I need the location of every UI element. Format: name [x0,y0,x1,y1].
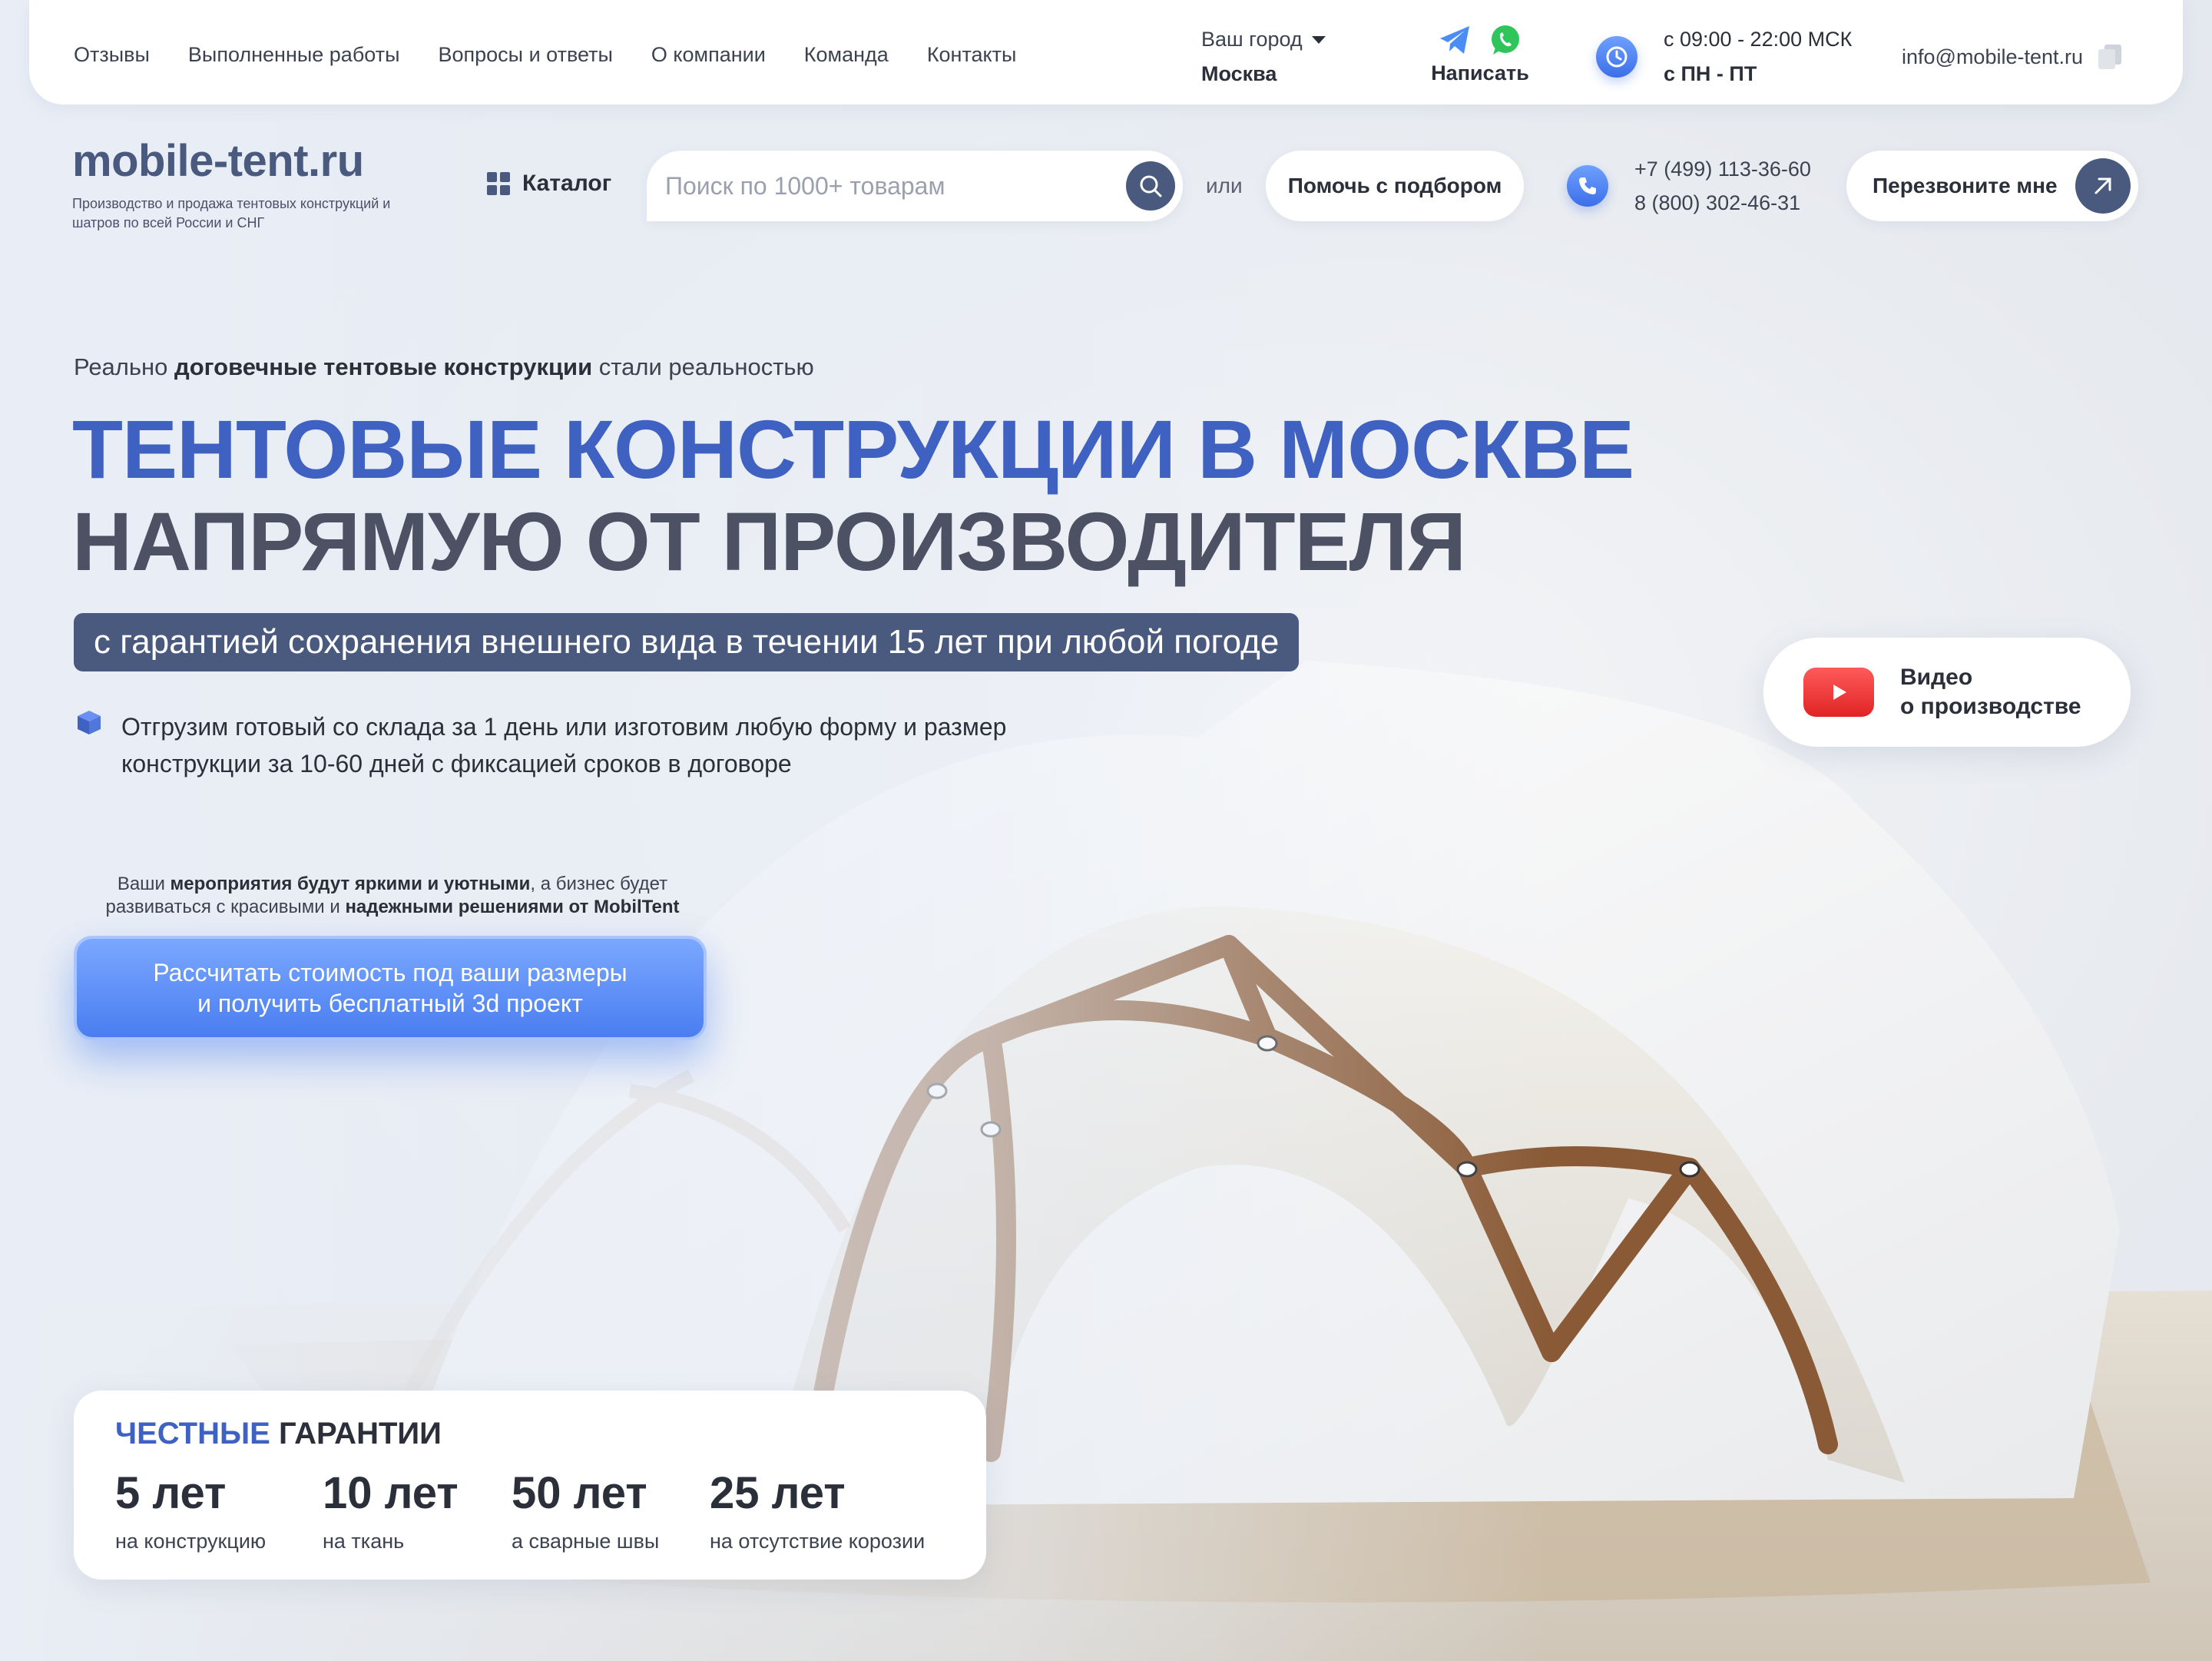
page: Отзывы Выполненные работы Вопросы и отве… [0,0,2212,1661]
nav-contacts[interactable]: Контакты [927,43,1017,67]
search-button[interactable] [1126,161,1175,211]
top-bar: Отзывы Выполненные работы Вопросы и отве… [29,0,2183,104]
telegram-icon[interactable] [1439,25,1472,55]
guarantee-item: 5 лет на конструкцию [115,1468,267,1553]
grid-icon [487,172,510,195]
nav-reviews[interactable]: Отзывы [74,43,150,67]
top-nav: Отзывы Выполненные работы Вопросы и отве… [74,43,1016,67]
working-hours: с 09:00 - 22:00 МСК с ПН - ПТ [1596,28,1852,86]
phone-free[interactable]: 8 (800) 302-46-31 [1634,186,1811,220]
calculate-cost-button[interactable]: Рассчитать стоимость под ваши размеры и п… [74,936,707,1040]
callback-label: Перезвоните мне [1873,174,2058,197]
hero-title-line2: НАПРЯМУЮ ОТ ПРОИЗВОДИТЕЛЯ [72,495,1466,588]
hours-days: с ПН - ПТ [1664,62,1757,85]
logo[interactable]: mobile-tent.ru Производство и продажа те… [72,135,426,233]
search-input[interactable] [665,171,1111,201]
city-selector[interactable]: Ваш город Москва [1201,28,1326,86]
hero-eyebrow: Реально договечные тентовые конструкции … [74,353,814,380]
catalog-label: Каталог [522,171,612,196]
email-link[interactable]: info@mobile-tent.ru [1902,45,2083,69]
copy-icon[interactable] [2098,45,2122,69]
logo-name: mobile-tent.ru [72,136,364,186]
phones: +7 (499) 113-36-60 8 (800) 302-46-31 [1567,152,1811,220]
messengers: Написать [1429,23,1532,85]
guarantees-card: ЧЕСТНЫЕ ГАРАНТИИ 5 лет на конструкцию 10… [74,1391,986,1580]
nav-team[interactable]: Команда [804,43,889,67]
nav-completed-works[interactable]: Выполненные работы [188,43,400,67]
chevron-down-icon [1311,35,1326,44]
guarantee-item: 50 лет а сварные швы [512,1468,660,1553]
city-label: Ваш город [1201,28,1303,51]
nav-faq[interactable]: Вопросы и ответы [438,43,612,67]
box-icon [78,711,101,734]
help-select-button[interactable]: Помочь с подбором [1266,151,1524,221]
hero-title-line1: ТЕНТОВЫЕ КОНСТРУКЦИИ В МОСКВЕ [72,403,1634,496]
phone-icon [1567,165,1608,207]
email-block: info@mobile-tent.ru [1902,45,2122,69]
guarantee-item: 10 лет на ткань [323,1468,459,1553]
guarantees-title: ЧЕСТНЫЕ ГАРАНТИИ [115,1417,442,1450]
whatsapp-icon[interactable] [1489,24,1522,56]
phone-moscow[interactable]: +7 (499) 113-36-60 [1634,152,1811,186]
or-label: или [1206,174,1243,197]
youtube-play-icon [1803,668,1874,717]
nav-about[interactable]: О компании [651,43,766,67]
video-production-button[interactable]: Видео о производстве [1763,638,2131,747]
write-label[interactable]: Написать [1429,61,1532,85]
catalog-button[interactable]: Каталог [487,171,611,197]
promo-text: Ваши мероприятия будут яркими и уютными,… [105,874,680,917]
city-value: Москва [1201,62,1277,85]
search-bar [647,151,1183,221]
feature-shipping: Отгрузим готовый со склада за 1 день или… [75,708,1012,782]
logo-tagline: Производство и продажа тентовых конструк… [72,196,391,230]
arrow-up-right-icon [2075,158,2131,214]
feature-text: Отгрузим готовый со склада за 1 день или… [121,713,1007,777]
hours-time: с 09:00 - 22:00 МСК [1664,28,1853,51]
warranty-badge: с гарантией сохранения внешнего вида в т… [74,613,1300,671]
clock-icon [1596,36,1637,78]
guarantee-item: 25 лет на отсутствие корозии [710,1468,926,1553]
search-icon [1140,175,1162,197]
callback-button[interactable]: Перезвоните мне [1846,151,2138,221]
